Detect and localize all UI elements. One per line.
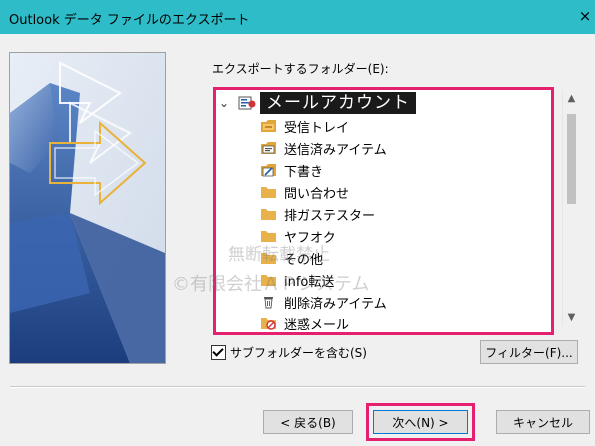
folder-icon xyxy=(260,229,277,243)
folder-tree[interactable]: ⌄ メールアカウント 受信トレイ 送信済みアイテム 下書き 問い合わせ 排ガステ… xyxy=(213,87,554,335)
tree-root-item[interactable]: ⌄ メールアカウント xyxy=(219,92,416,114)
chevron-down-icon[interactable]: ⌄ xyxy=(219,96,231,110)
tree-item-label: info転送 xyxy=(284,274,335,290)
sent-items-icon xyxy=(260,141,277,155)
include-subfolders-checkbox[interactable] xyxy=(211,345,226,360)
scroll-up-arrow-icon[interactable]: ▲ xyxy=(563,90,580,107)
tree-item[interactable]: 受信トレイ xyxy=(260,115,349,137)
tree-item-label: 削除済みアイテム xyxy=(284,296,387,312)
folder-icon xyxy=(260,251,277,265)
tree-item-label: ヤフオク xyxy=(284,230,336,246)
wizard-banner-image xyxy=(9,52,166,364)
tree-item-label: 受信トレイ xyxy=(284,120,350,136)
scroll-thumb[interactable] xyxy=(567,114,576,204)
tree-item[interactable]: 下書き xyxy=(260,159,323,181)
tree-item[interactable]: 削除済みアイテム xyxy=(260,291,387,313)
folder-icon xyxy=(260,207,277,221)
mailbox-icon xyxy=(238,95,256,111)
tree-item-label: 迷惑メール xyxy=(284,317,350,333)
filter-button[interactable]: フィルター(F)... xyxy=(480,340,578,364)
tree-root-label: メールアカウント xyxy=(260,92,416,114)
tree-item[interactable]: 迷惑メール xyxy=(260,312,350,333)
scroll-down-arrow-icon[interactable]: ▼ xyxy=(563,309,580,326)
tree-item-label: 問い合わせ xyxy=(284,186,350,202)
drafts-icon xyxy=(260,163,277,177)
folder-icon xyxy=(260,185,277,199)
tree-item-label: 下書き xyxy=(284,164,324,180)
close-button[interactable]: × xyxy=(575,0,595,34)
export-folder-label: エクスポートするフォルダー(E): xyxy=(212,62,389,76)
back-button[interactable]: < 戻る(B) xyxy=(263,410,353,434)
folder-icon xyxy=(260,273,277,287)
tree-item[interactable]: 問い合わせ xyxy=(260,181,349,203)
tree-item[interactable]: 排ガステスター xyxy=(260,203,375,225)
trash-icon xyxy=(260,295,277,309)
include-subfolders-option[interactable]: サブフォルダーを含む(S) xyxy=(211,344,367,361)
junk-mail-icon xyxy=(260,316,277,330)
include-subfolders-label: サブフォルダーを含む(S) xyxy=(230,346,367,360)
tree-item[interactable]: ヤフオク xyxy=(260,225,336,247)
window-title: Outlook データ ファイルのエクスポート xyxy=(9,13,250,28)
wizard-arrows-graphic xyxy=(10,53,165,363)
tree-item[interactable]: 送信済みアイテム xyxy=(260,137,387,159)
cancel-button[interactable]: キャンセル xyxy=(496,410,590,434)
next-button-highlight xyxy=(366,403,475,441)
tree-item-label: 送信済みアイテム xyxy=(284,142,387,158)
tree-item-label: その他 xyxy=(284,252,324,268)
footer-separator xyxy=(10,386,585,388)
inbox-icon xyxy=(260,119,277,133)
tree-scrollbar[interactable]: ▲ ▼ xyxy=(562,90,580,326)
title-bar: Outlook データ ファイルのエクスポート × xyxy=(0,0,595,34)
tree-item-label: 排ガステスター xyxy=(284,208,376,224)
tree-item[interactable]: info転送 xyxy=(260,269,334,291)
tree-item[interactable]: その他 xyxy=(260,247,323,269)
